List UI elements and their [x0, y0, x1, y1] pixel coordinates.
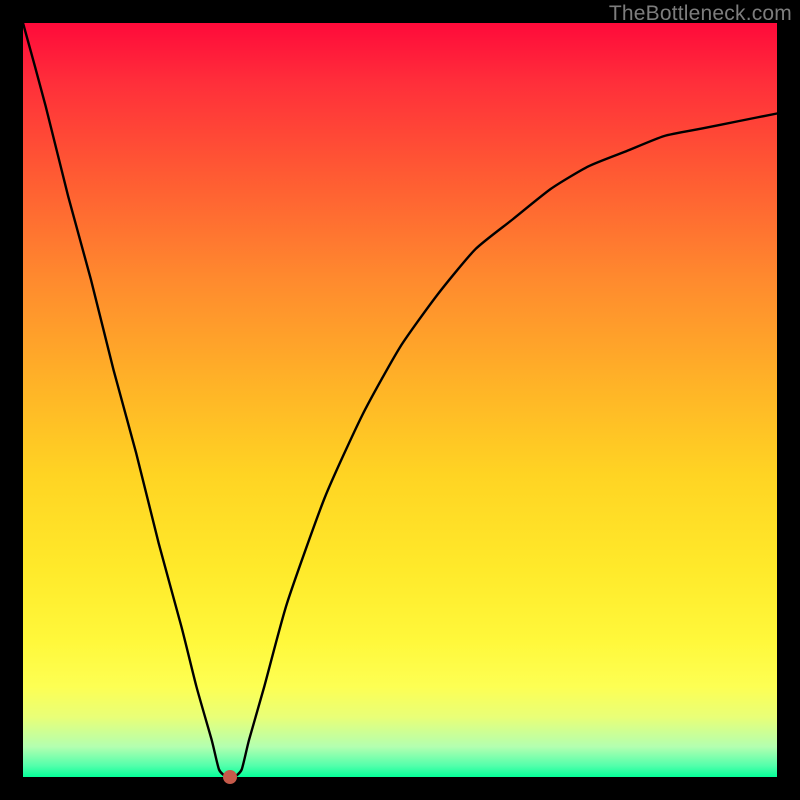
bottleneck-curve [23, 23, 777, 777]
optimal-point-marker [223, 770, 237, 784]
chart-frame: TheBottleneck.com [0, 0, 800, 800]
plot-area [23, 23, 777, 777]
watermark-text: TheBottleneck.com [609, 2, 792, 26]
